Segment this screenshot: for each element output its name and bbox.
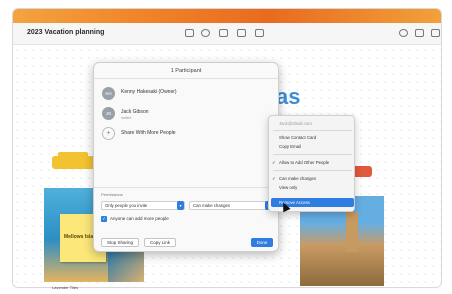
allow-add-checkbox[interactable]: ✓ xyxy=(101,216,107,222)
share-more-row[interactable]: + Share With More People xyxy=(102,127,272,145)
collaboration-popover: 1 Participant KH Kenny Hakesaki (Owner) … xyxy=(93,62,279,252)
participant-context-menu: Jack@dmail.com Show Contact Card Copy Em… xyxy=(268,115,355,212)
done-button[interactable]: Done xyxy=(251,238,273,247)
chevron-down-icon: ▾ xyxy=(177,201,184,210)
participant-row[interactable]: KH Kenny Hakesaki (Owner) xyxy=(102,87,272,105)
permission-select-value: Can make changes xyxy=(193,203,231,208)
board-title: 2023 Vacation planning xyxy=(27,29,105,36)
participant-row[interactable]: JG Jack Gibson Invited xyxy=(102,107,272,125)
permissions-label: Permissions xyxy=(101,192,123,197)
board-heading: as xyxy=(276,84,301,109)
lower-photo[interactable] xyxy=(108,252,144,282)
menu-separator xyxy=(273,130,352,131)
participant-count: 1 Participant xyxy=(170,68,202,74)
menu-item-copy-email[interactable]: Copy Email xyxy=(269,142,354,151)
toolbar: 2023 Vacation planning xyxy=(13,23,441,45)
window-accent-bar xyxy=(13,9,441,23)
participant-status: Invited xyxy=(121,116,132,120)
participant-name: Kenny Hakesaki (Owner) xyxy=(121,89,177,95)
popover-header: 1 Participant xyxy=(94,63,278,79)
access-select[interactable]: Only people you invite ▾ xyxy=(101,201,185,210)
participant-name: Jack Gibson xyxy=(121,109,149,115)
permissions-section: Permissions Only people you invite ▾ Can… xyxy=(94,187,278,253)
menu-item-label: View only xyxy=(279,185,298,190)
checkmark-icon: ✓ xyxy=(272,160,276,165)
church-tower xyxy=(346,212,358,252)
stop-sharing-button[interactable]: Stop Sharing xyxy=(101,238,139,247)
menu-header-email: Jack@dmail.com xyxy=(279,121,312,126)
plus-icon: + xyxy=(102,127,115,140)
sticky-note-icon[interactable] xyxy=(255,29,264,37)
copy-link-button[interactable]: Copy Link xyxy=(144,238,176,247)
menu-item-show-contact-card[interactable]: Show Contact Card xyxy=(269,133,354,142)
collaborate-icon[interactable] xyxy=(399,29,408,37)
menu-item-label: Copy Email xyxy=(279,144,301,149)
text-icon[interactable] xyxy=(219,29,228,37)
menu-item-label: Show Contact Card xyxy=(279,135,317,140)
share-icon[interactable] xyxy=(415,29,424,37)
permission-select[interactable]: Can make changes ▾ xyxy=(189,201,273,210)
avatar: JG xyxy=(102,107,115,120)
menu-separator xyxy=(273,170,352,171)
shapes-icon[interactable] xyxy=(201,29,210,37)
menu-item-label: Can make changes xyxy=(279,176,317,181)
photo-caption: Lavender Tiles xyxy=(52,285,79,290)
edit-icon[interactable] xyxy=(431,29,440,37)
menu-separator xyxy=(273,154,352,155)
allow-add-label: Anyone can add more people xyxy=(110,216,169,221)
menu-item-allow-add[interactable]: ✓ Allow to Add Other People xyxy=(269,158,354,167)
yellow-shape[interactable] xyxy=(52,152,98,169)
media-icon[interactable] xyxy=(237,29,246,37)
menu-item-view-only[interactable]: View only xyxy=(269,183,354,192)
text-box-icon[interactable] xyxy=(185,29,194,37)
menu-item-can-make-changes[interactable]: ✓ Can make changes xyxy=(269,174,354,183)
access-select-value: Only people you invite xyxy=(105,203,148,208)
share-more-label: Share With More People xyxy=(121,130,176,136)
menu-item-label: Allow to Add Other People xyxy=(279,160,330,165)
checkmark-icon: ✓ xyxy=(272,176,276,181)
avatar: KH xyxy=(102,87,115,100)
